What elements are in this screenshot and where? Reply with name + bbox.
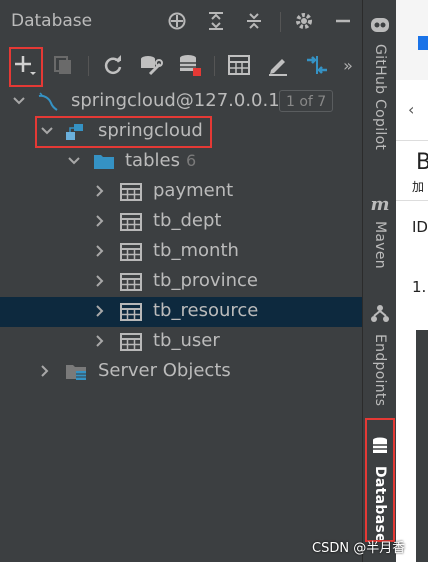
editor-subtext-fragment: 加 xyxy=(412,180,425,194)
watermark-text: CSDN @半月香 xyxy=(312,541,406,556)
tree-row-connection[interactable]: springcloud@127.0.0.1 1 of 7 xyxy=(0,87,362,117)
chevron-right-icon[interactable] xyxy=(92,273,108,289)
editor-heading-fragment: B xyxy=(416,150,428,175)
database-disconnect-icon[interactable] xyxy=(177,52,203,78)
collapse-all-icon[interactable] xyxy=(243,10,265,32)
chevron-right-icon[interactable] xyxy=(92,213,108,229)
table-row[interactable]: tb_user xyxy=(0,327,362,357)
panel-title: Database xyxy=(11,11,93,31)
connection-label: springcloud@127.0.0.1 xyxy=(71,90,280,111)
table-name: tb_dept xyxy=(153,210,222,231)
chevron-down-icon[interactable] xyxy=(11,93,27,109)
table-icon xyxy=(120,182,142,202)
table-row[interactable]: payment xyxy=(0,177,362,207)
highlight-add-button xyxy=(9,47,43,87)
editor-dark-strip xyxy=(416,330,428,562)
tab-label: Endpoints xyxy=(372,334,388,407)
database-toolbar: » xyxy=(0,44,362,84)
tool-window-strip: GitHub Copilot m Maven Endpoints Databas… xyxy=(362,0,396,562)
edit-pencil-icon[interactable] xyxy=(265,52,291,78)
highlight-schema xyxy=(35,116,212,148)
maven-icon: m xyxy=(370,194,390,215)
tables-count: 6 xyxy=(186,151,197,170)
tab-label: Maven xyxy=(372,221,388,269)
chevron-right-icon[interactable] xyxy=(37,363,53,379)
tab-maven[interactable]: m Maven xyxy=(363,194,397,269)
server-objects-label: Server Objects xyxy=(98,360,231,381)
jump-to-console-icon[interactable] xyxy=(304,52,330,78)
table-icon xyxy=(120,302,142,322)
expand-all-icon[interactable] xyxy=(205,10,227,32)
table-name: tb_resource xyxy=(153,300,259,321)
data-source-properties-icon[interactable] xyxy=(138,52,164,78)
table-name: tb_user xyxy=(153,330,220,351)
minimize-icon[interactable] xyxy=(332,10,354,32)
table-name: payment xyxy=(153,180,234,201)
endpoints-icon xyxy=(370,304,390,328)
refresh-icon[interactable] xyxy=(100,52,126,78)
table-icon xyxy=(120,212,142,232)
github-copilot-icon xyxy=(369,14,391,38)
tree-row-tables-folder[interactable]: tables 6 xyxy=(0,147,362,177)
editor-column-header-fragment: ID xyxy=(412,218,428,236)
table-icon xyxy=(120,272,142,292)
table-row[interactable]: tb_month xyxy=(0,237,362,267)
tab-github-copilot[interactable]: GitHub Copilot xyxy=(363,14,397,150)
table-row-selected[interactable]: tb_resource xyxy=(0,297,362,327)
editor-divider xyxy=(396,140,428,141)
table-icon xyxy=(120,332,142,352)
table-row[interactable]: tb_province xyxy=(0,267,362,297)
editor-cell-fragment: 1. xyxy=(412,278,427,296)
table-name: tb_province xyxy=(153,270,258,291)
chevron-right-icon[interactable] xyxy=(92,243,108,259)
folder-icon xyxy=(93,152,115,172)
crosshair-icon[interactable] xyxy=(166,10,188,32)
tab-endpoints[interactable]: Endpoints xyxy=(363,304,397,406)
editor-fragment: ‹ B 加 ID 1. xyxy=(396,0,428,562)
table-icon xyxy=(120,242,142,262)
tab-label: GitHub Copilot xyxy=(372,44,388,151)
schema-count-badge[interactable]: 1 of 7 xyxy=(279,90,334,112)
tables-folder-label: tables xyxy=(125,150,180,171)
gear-icon[interactable] xyxy=(293,10,315,32)
tree-row-server-objects[interactable]: Server Objects xyxy=(0,357,362,387)
table-view-icon[interactable] xyxy=(226,52,252,78)
toolbar-divider xyxy=(214,56,215,76)
editor-divider xyxy=(396,200,428,201)
server-objects-folder-icon xyxy=(65,362,87,382)
highlight-database-tab xyxy=(365,418,395,542)
chevron-right-icon[interactable] xyxy=(92,303,108,319)
chevron-down-icon[interactable] xyxy=(66,153,82,169)
overflow-chevron-icon[interactable]: » xyxy=(338,52,358,78)
database-panel: Database » springcloud@127.0.0.1 1 of 7 … xyxy=(0,0,362,562)
header-divider xyxy=(280,12,281,32)
mysql-dolphin-icon xyxy=(36,92,58,112)
chevron-right-icon[interactable] xyxy=(92,333,108,349)
toolbar-divider xyxy=(88,56,89,76)
table-row[interactable]: tb_dept xyxy=(0,207,362,237)
back-arrow-icon[interactable]: ‹ xyxy=(408,100,414,119)
duplicate-icon[interactable] xyxy=(50,52,76,78)
table-name: tb_month xyxy=(153,240,239,261)
chevron-right-icon[interactable] xyxy=(92,183,108,199)
google-icon xyxy=(418,36,428,50)
panel-header: Database xyxy=(0,0,362,44)
